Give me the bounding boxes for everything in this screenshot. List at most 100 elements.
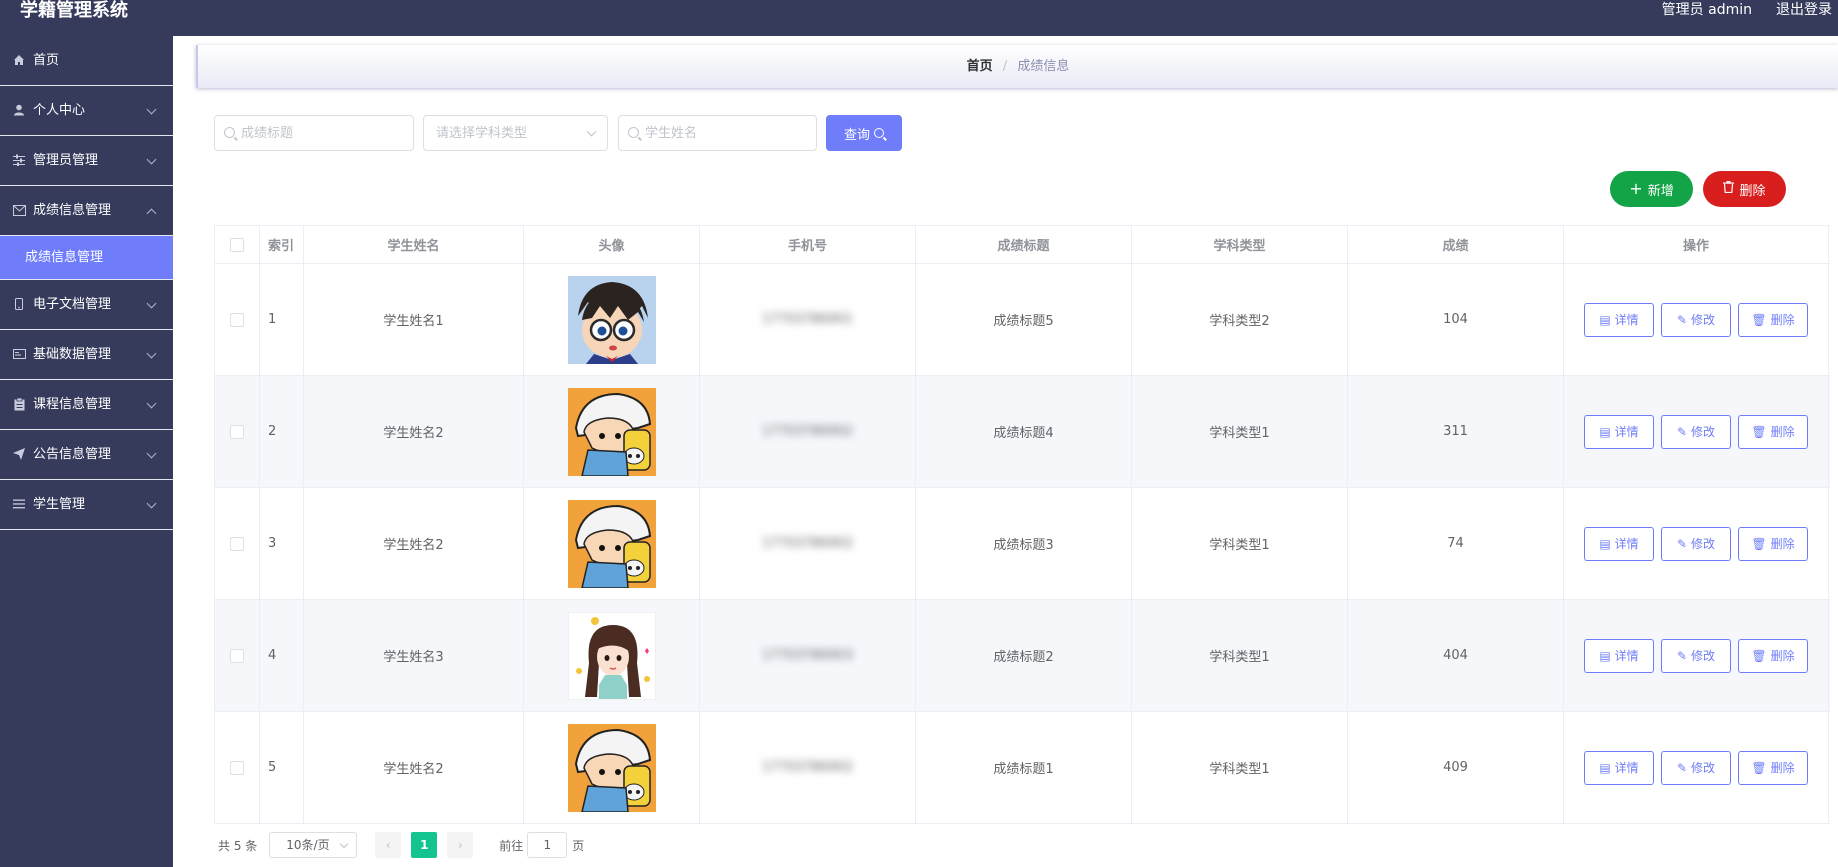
batch-delete-button[interactable]: 删除	[1703, 171, 1786, 207]
row-checkbox-cell	[215, 264, 260, 375]
header-student-name: 学生姓名	[304, 226, 524, 263]
row-checkbox[interactable]	[230, 536, 244, 551]
search-icon	[224, 127, 235, 138]
row-student-name: 学生姓名1	[304, 264, 524, 375]
edit-button[interactable]: ✎ 修改	[1661, 302, 1731, 337]
edit-button[interactable]: ✎ 修改	[1661, 638, 1731, 673]
avatar[interactable]	[567, 611, 656, 700]
chevron-right-icon: ›	[457, 838, 463, 852]
header-score-title: 成绩标题	[916, 226, 1132, 263]
row-avatar-cell	[524, 264, 700, 375]
list-icon	[12, 497, 26, 511]
row-checkbox[interactable]	[230, 312, 244, 327]
page-number-button[interactable]: 1	[411, 832, 438, 858]
subject-type-select[interactable]	[423, 115, 608, 151]
table-row: 4 学生姓名3 17703786903 成绩标题2 学科类型1 404 ▤ 详情…	[215, 600, 1830, 712]
sidebar: 首页 个人中心 管理员管理 成绩信息管理 成绩信息管理 电子文档管理 基础数据管…	[0, 36, 173, 867]
row-phone: 17703786901	[700, 264, 916, 375]
detail-label: 详情	[1614, 537, 1639, 551]
table-row: 5 学生姓名2 17703786902 成绩标题1 学科类型1 409 ▤ 详情…	[215, 712, 1830, 824]
sidebar-item-personal[interactable]: 个人中心	[0, 86, 173, 136]
row-subject-type: 学科类型1	[1132, 600, 1348, 711]
delete-button[interactable]: 🗑 删除	[1738, 638, 1808, 673]
chevron-down-icon	[146, 448, 157, 459]
sidebar-item-admin[interactable]: 管理员管理	[0, 136, 173, 186]
chevron-down-icon	[146, 498, 157, 509]
phone-value: 17703786901	[762, 312, 853, 327]
row-checkbox[interactable]	[230, 648, 244, 663]
edit-label: 修改	[1691, 761, 1716, 775]
sidebar-item-notices[interactable]: 公告信息管理	[0, 430, 173, 480]
delete-label: 删除	[1770, 649, 1795, 663]
table-row: 3 学生姓名2 17703786902 成绩标题3 学科类型1 74 ▤ 详情 …	[215, 488, 1830, 600]
chevron-down-icon	[340, 839, 349, 849]
score-title-input[interactable]	[241, 116, 407, 150]
page-size-select[interactable]: 10条/页	[269, 832, 358, 858]
top-header: 学籍管理系统 管理员 admin 退出登录	[0, 0, 1838, 36]
sidebar-item-basic-data[interactable]: 基础数据管理	[0, 330, 173, 380]
detail-button[interactable]: ▤ 详情	[1584, 638, 1654, 673]
chevron-down-icon	[146, 398, 157, 409]
avatar[interactable]	[567, 723, 656, 812]
sidebar-item-label: 成绩信息管理	[33, 203, 112, 218]
row-checkbox[interactable]	[230, 424, 244, 439]
sidebar-item-label: 公告信息管理	[33, 447, 112, 462]
row-checkbox[interactable]	[230, 760, 244, 775]
row-score-title: 成绩标题2	[916, 600, 1132, 711]
goto-prefix: 前往	[499, 838, 524, 853]
logout-link[interactable]: 退出登录	[1776, 0, 1832, 20]
card-icon	[12, 347, 26, 361]
trash-icon: 🗑	[1751, 312, 1767, 327]
edit-button[interactable]: ✎ 修改	[1661, 526, 1731, 561]
detail-button[interactable]: ▤ 详情	[1584, 526, 1654, 561]
phone-value: 17703786902	[762, 760, 853, 775]
detail-button[interactable]: ▤ 详情	[1584, 414, 1654, 449]
student-name-search[interactable]	[618, 115, 817, 151]
avatar[interactable]	[567, 275, 656, 364]
prev-page-button[interactable]: ‹	[375, 832, 402, 858]
next-page-button[interactable]: ›	[447, 832, 474, 858]
avatar[interactable]	[567, 499, 656, 588]
delete-button[interactable]: 🗑 删除	[1738, 526, 1808, 561]
edit-button[interactable]: ✎ 修改	[1661, 750, 1731, 785]
delete-button[interactable]: 🗑 删除	[1738, 750, 1808, 785]
row-student-name: 学生姓名2	[304, 376, 524, 487]
sidebar-item-home[interactable]: 首页	[0, 36, 173, 86]
row-phone: 17703786902	[700, 376, 916, 487]
sidebar-item-students[interactable]: 学生管理	[0, 480, 173, 530]
table-header-row: 索引 学生姓名 头像 手机号 成绩标题 学科类型 成绩 操作	[215, 226, 1830, 264]
select-all-checkbox[interactable]	[230, 237, 244, 252]
sidebar-item-courses[interactable]: 课程信息管理	[0, 380, 173, 430]
row-subject-type: 学科类型2	[1132, 264, 1348, 375]
row-index: 2	[260, 376, 304, 487]
header-checkbox-cell	[215, 226, 260, 263]
add-button[interactable]: + 新增	[1610, 171, 1693, 207]
pagination: 共 5 条 10条/页 ‹ 1 › 前往 页	[218, 832, 584, 858]
sidebar-subitem-score-info[interactable]: 成绩信息管理	[0, 236, 173, 280]
user-icon	[12, 103, 26, 117]
query-label: 查询	[843, 127, 870, 143]
delete-button[interactable]: 🗑 删除	[1738, 302, 1808, 337]
goto-page-input[interactable]	[527, 832, 568, 858]
subject-type-input[interactable]	[436, 116, 587, 150]
query-button[interactable]: 查询	[826, 115, 902, 151]
avatar[interactable]	[567, 387, 656, 476]
detail-button[interactable]: ▤ 详情	[1584, 302, 1654, 337]
row-index: 5	[260, 712, 304, 823]
row-student-name: 学生姓名3	[304, 600, 524, 711]
breadcrumb-home[interactable]: 首页	[967, 59, 993, 74]
app-title: 学籍管理系统	[20, 0, 128, 21]
pencil-icon: ✎	[1676, 312, 1688, 327]
edit-button[interactable]: ✎ 修改	[1661, 414, 1731, 449]
delete-button[interactable]: 🗑 删除	[1738, 414, 1808, 449]
sidebar-item-scores[interactable]: 成绩信息管理	[0, 186, 173, 236]
student-name-input[interactable]	[645, 116, 810, 150]
goto-suffix: 页	[572, 838, 585, 853]
search-icon	[874, 128, 884, 138]
sidebar-item-documents[interactable]: 电子文档管理	[0, 280, 173, 330]
detail-button[interactable]: ▤ 详情	[1584, 750, 1654, 785]
pencil-icon: ✎	[1676, 536, 1688, 551]
header-operations: 操作	[1564, 226, 1829, 263]
score-title-search[interactable]	[214, 115, 414, 151]
chevron-left-icon: ‹	[385, 838, 391, 852]
